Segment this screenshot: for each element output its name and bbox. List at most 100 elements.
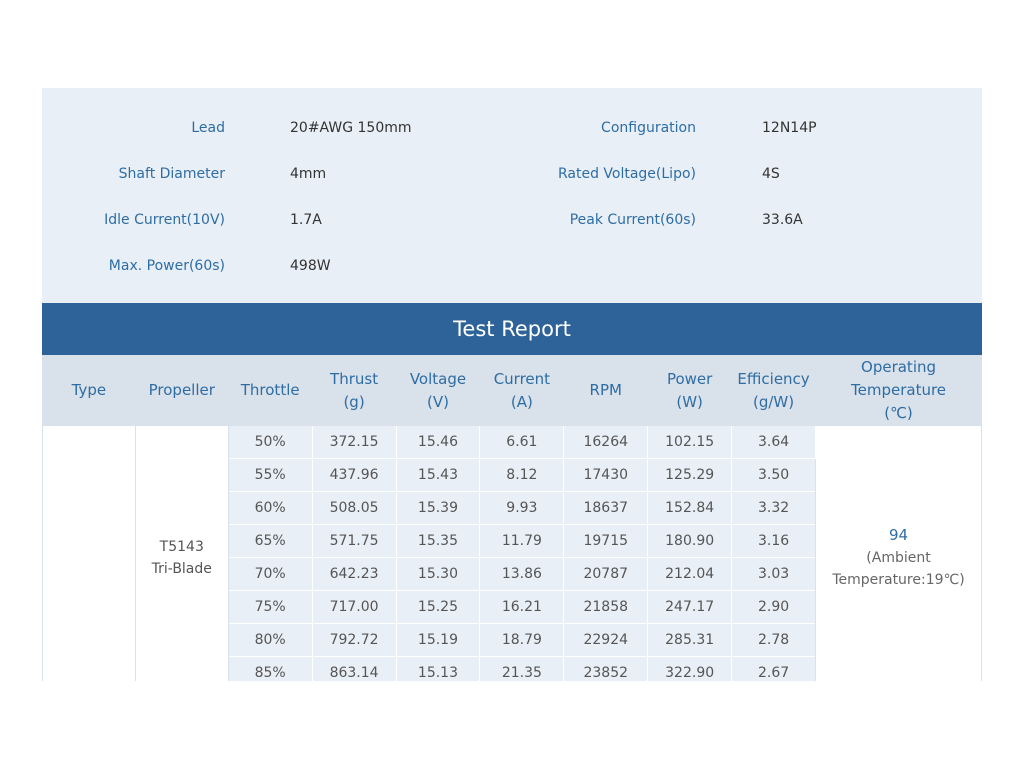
efficiency-cell: 2.67 [731,656,817,681]
current-cell: 16.21 [479,590,565,624]
rpm-cell: 19715 [563,524,649,558]
efficiency-cell: 2.90 [731,590,817,624]
header-propeller: Propeller [134,355,229,426]
current-cell: 11.79 [479,524,565,558]
rpm-cell: 17430 [563,458,649,492]
propeller-model: T5143 [159,538,204,555]
header-thrust: Thrust (g) [311,355,397,426]
header-rpm: RPM [563,355,649,426]
header-efficiency-name: Efficiency [737,369,810,388]
current-cell: 6.61 [479,425,565,459]
spec-value-lead: 20#AWG 150mm [290,120,412,136]
spec-value-max-power: 498W [290,258,331,274]
throttle-cell: 55% [227,458,313,492]
header-efficiency-unit: (g/W) [752,392,795,411]
throttle-cell: 75% [227,590,313,624]
header-voltage-unit: (V) [426,392,449,411]
efficiency-cell: 3.50 [731,458,817,492]
header-throttle: Throttle [227,355,313,426]
spec-label-rated-voltage: Rated Voltage(Lipo) [557,166,696,182]
spec-label-idle-current: Idle Current(10V) [104,212,225,228]
test-report-title: Test Report [42,303,982,355]
efficiency-cell: 2.78 [731,623,817,657]
header-type: Type [42,355,136,426]
voltage-cell: 15.13 [395,656,481,681]
current-cell: 18.79 [479,623,565,657]
power-cell: 180.90 [647,524,733,558]
spec-value-rated-voltage: 4S [762,166,780,182]
thrust-cell: 437.96 [311,458,397,492]
power-cell: 212.04 [647,557,733,591]
ambient-note-line1: (Ambient [866,550,931,566]
current-cell: 9.93 [479,491,565,525]
thrust-cell: 863.14 [311,656,397,681]
header-power: Power (W) [647,355,733,426]
header-current-name: Current [493,369,551,388]
rpm-cell: 16264 [563,425,649,459]
spec-label-lead: Lead [191,120,225,136]
header-voltage: Voltage (V) [395,355,481,426]
header-efficiency: Efficiency (g/W) [731,355,817,426]
efficiency-cell: 3.32 [731,491,817,525]
spec-label-configuration: Configuration [601,120,696,136]
throttle-cell: 80% [227,623,313,657]
thrust-cell: 571.75 [311,524,397,558]
header-temperature-line2: Temperature [851,381,947,399]
type-cell [42,425,136,681]
header-thrust-unit: (g) [343,392,365,411]
current-cell: 8.12 [479,458,565,492]
table-header-row: Type Propeller Throttle Thrust (g) Voltag… [42,355,982,426]
header-temperature: Operating Temperature (℃) [815,355,982,426]
voltage-cell: 15.43 [395,458,481,492]
spec-value-idle-current: 1.7A [290,212,322,228]
power-cell: 102.15 [647,425,733,459]
spec-value-shaft-diameter: 4mm [290,166,327,182]
throttle-cell: 60% [227,491,313,525]
thrust-cell: 792.72 [311,623,397,657]
throttle-cell: 50% [227,425,313,459]
propeller-blade: Tri-Blade [151,560,212,577]
temperature-value: 94 [888,526,909,544]
throttle-cell: 65% [227,524,313,558]
throttle-cell: 70% [227,557,313,591]
rpm-cell: 22924 [563,623,649,657]
rpm-cell: 20787 [563,557,649,591]
header-temperature-unit: (℃) [884,404,913,422]
header-thrust-name: Thrust [330,369,379,388]
power-cell: 125.29 [647,458,733,492]
propeller-cell: T5143 Tri-Blade [134,425,229,681]
header-power-unit: (W) [676,392,703,411]
current-cell: 13.86 [479,557,565,591]
spec-value-peak-current: 33.6A [762,212,803,228]
voltage-cell: 15.30 [395,557,481,591]
header-current-unit: (A) [510,392,533,411]
test-report-table: Type Propeller Throttle Thrust (g) Voltag… [42,355,982,681]
voltage-cell: 15.19 [395,623,481,657]
power-cell: 285.31 [647,623,733,657]
header-power-name: Power [666,369,713,388]
rpm-cell: 18637 [563,491,649,525]
rpm-cell: 23852 [563,656,649,681]
header-voltage-name: Voltage [409,369,467,388]
voltage-cell: 15.25 [395,590,481,624]
spec-label-shaft-diameter: Shaft Diameter [118,166,225,182]
voltage-cell: 15.39 [395,491,481,525]
spec-panel: Lead 20#AWG 150mm Configuration 12N14P S… [42,88,982,303]
spec-value-configuration: 12N14P [762,120,817,136]
voltage-cell: 15.35 [395,524,481,558]
efficiency-cell: 3.03 [731,557,817,591]
ambient-note-line2: Temperature:19℃) [832,572,965,588]
temperature-cell: 94 (Ambient Temperature:19℃) [815,425,982,681]
spec-label-max-power: Max. Power(60s) [108,258,225,274]
rpm-cell: 21858 [563,590,649,624]
efficiency-cell: 3.16 [731,524,817,558]
efficiency-cell: 3.64 [731,425,817,459]
table-row: T5143 Tri-Blade 50% 372.15 15.46 6.61 162… [42,425,982,681]
thrust-cell: 717.00 [311,590,397,624]
throttle-cell: 85% [227,656,313,681]
thrust-cell: 642.23 [311,557,397,591]
power-cell: 322.90 [647,656,733,681]
voltage-cell: 15.46 [395,425,481,459]
header-current: Current (A) [479,355,565,426]
spec-sheet: Lead 20#AWG 150mm Configuration 12N14P S… [42,88,982,681]
